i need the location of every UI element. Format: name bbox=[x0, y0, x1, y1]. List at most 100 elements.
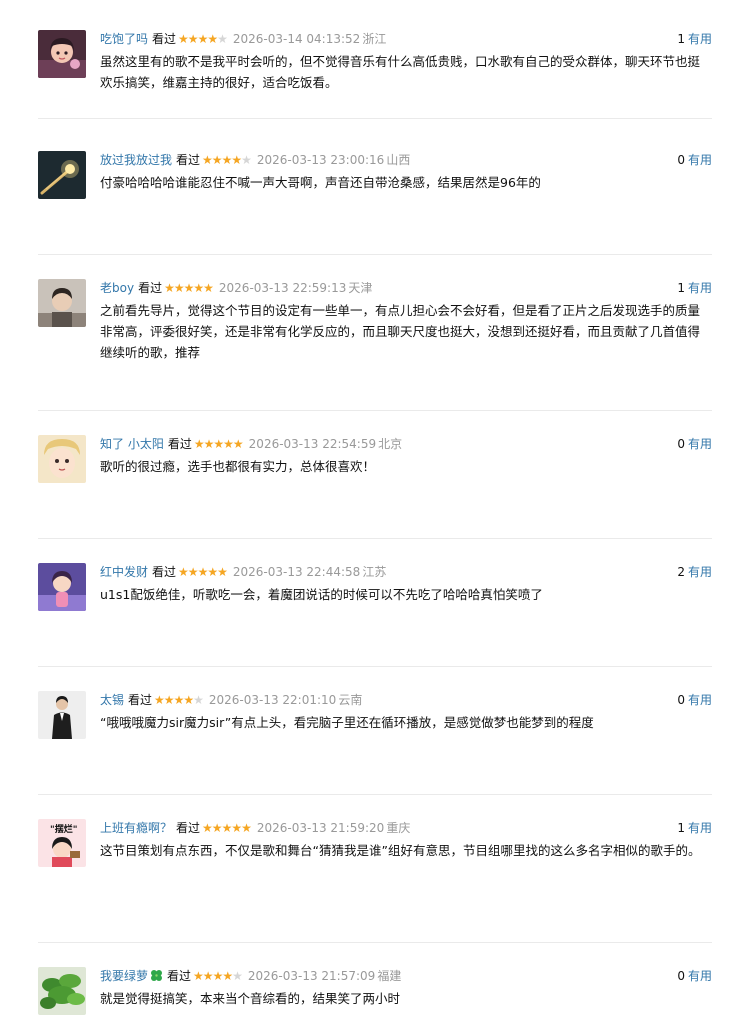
vote-count: 1 bbox=[677, 821, 685, 835]
review-text: 歌听的很过瘾，选手也都很有实力，总体很喜欢！ bbox=[100, 459, 376, 474]
review-item: 吃饱了吗 看过 ★★★★★ 2026-03-14 04:13:52 浙江 1 有用 虽然这… bbox=[38, 30, 712, 119]
star-filled-icon: ★ bbox=[187, 32, 199, 46]
star-filled-icon: ★ bbox=[223, 437, 234, 451]
svg-text:"摆烂": "摆烂" bbox=[50, 823, 77, 835]
useful-button[interactable]: 有用 bbox=[688, 437, 712, 451]
divider bbox=[38, 254, 712, 255]
review-content: 老boy 看过 ★★★★★ 2026-03-13 22:59:13 天津 1 有用 之前看… bbox=[100, 279, 712, 363]
rating-stars: ★★★★★ bbox=[164, 281, 214, 295]
username-link[interactable]: 红中发财 bbox=[100, 565, 148, 579]
review-time: 2026-03-13 21:59:20 bbox=[256, 821, 385, 835]
review-item: 放过我放过我 看过 ★★★★★ 2026-03-13 23:00:16 山西 0 有用 付… bbox=[38, 151, 712, 255]
photo-person-avatar-icon bbox=[38, 279, 86, 327]
user-avatar[interactable] bbox=[38, 691, 86, 739]
rating-stars: ★★★★★ bbox=[178, 565, 228, 579]
star-filled-icon: ★ bbox=[202, 153, 213, 167]
divider bbox=[38, 538, 712, 539]
useful-button[interactable]: 有用 bbox=[688, 565, 712, 579]
review-meta: 老boy 看过 ★★★★★ 2026-03-13 22:59:13 天津 1 有用 bbox=[100, 279, 712, 297]
useful-button[interactable]: 有用 bbox=[688, 153, 712, 167]
vote-count: 1 bbox=[677, 281, 685, 295]
star-filled-icon: ★ bbox=[232, 437, 244, 451]
rating-stars: ★★★★★ bbox=[202, 821, 252, 835]
star-empty-icon: ★ bbox=[193, 693, 204, 707]
review-content: 红中发财 看过 ★★★★★ 2026-03-13 22:44:58 江苏 2 有用 u1s… bbox=[100, 563, 712, 605]
review-time: 2026-03-13 23:00:16 bbox=[256, 153, 385, 167]
star-filled-icon: ★ bbox=[221, 821, 233, 835]
review-text: 之前看先导片，觉得这个节目的设定有一些单一，有点儿担心会不会好看，但是看了正片之… bbox=[100, 303, 701, 360]
plant-avatar-icon bbox=[38, 967, 86, 1015]
review-time: 2026-03-14 04:13:52 bbox=[232, 32, 361, 46]
star-filled-icon: ★ bbox=[202, 821, 213, 835]
star-filled-icon: ★ bbox=[183, 281, 195, 295]
useful-button[interactable]: 有用 bbox=[688, 32, 712, 46]
user-avatar[interactable] bbox=[38, 151, 86, 199]
cartoon-girl-purple-avatar-icon bbox=[38, 563, 86, 611]
username-link[interactable]: 放过我放过我 bbox=[100, 153, 172, 167]
rating-stars: ★★★★★ bbox=[202, 153, 252, 167]
star-filled-icon: ★ bbox=[173, 693, 185, 707]
divider bbox=[38, 942, 712, 943]
useful-button[interactable]: 有用 bbox=[688, 969, 712, 983]
review-content: 放过我放过我 看过 ★★★★★ 2026-03-13 23:00:16 山西 0 有用 付… bbox=[100, 151, 712, 193]
cartoon-girl-avatar-icon bbox=[38, 30, 86, 78]
watched-label: 看过 bbox=[167, 969, 192, 983]
star-filled-icon: ★ bbox=[202, 969, 214, 983]
useful-votes: 0 有用 bbox=[677, 967, 712, 985]
watched-label: 看过 bbox=[167, 437, 192, 451]
username-link[interactable]: 知了 小太阳 bbox=[100, 437, 164, 451]
star-filled-icon: ★ bbox=[164, 281, 175, 295]
useful-button[interactable]: 有用 bbox=[688, 281, 712, 295]
username-link[interactable]: 吃饱了吗 bbox=[100, 32, 148, 46]
star-filled-icon: ★ bbox=[213, 437, 224, 451]
user-avatar[interactable] bbox=[38, 279, 86, 327]
user-avatar[interactable]: "摆烂" bbox=[38, 819, 86, 867]
username-link[interactable]: 老boy bbox=[100, 281, 134, 295]
watched-label: 看过 bbox=[152, 32, 177, 46]
review-item: 老boy 看过 ★★★★★ 2026-03-13 22:59:13 天津 1 有用 之前看… bbox=[38, 279, 712, 411]
review-location: 重庆 bbox=[386, 821, 411, 835]
user-avatar[interactable] bbox=[38, 435, 86, 483]
review-location: 山西 bbox=[386, 153, 411, 167]
review-text: 付豪哈哈哈哈谁能忍住不喊一声大哥啊，声音还自带沧桑感，结果居然是96年的 bbox=[100, 175, 541, 190]
star-filled-icon: ★ bbox=[211, 821, 223, 835]
review-time: 2026-03-13 22:44:58 bbox=[232, 565, 361, 579]
review-item: 知了 小太阳 看过 ★★★★★ 2026-03-13 22:54:59 北京 0 有用 歌… bbox=[38, 435, 712, 539]
man-in-suit-avatar-icon bbox=[38, 691, 86, 739]
useful-votes: 1 有用 bbox=[677, 30, 712, 48]
useful-votes: 1 有用 bbox=[677, 279, 712, 297]
review-content: 上班有瘾啊？ 看过 ★★★★★ 2026-03-13 21:59:20 重庆 1 有用 这… bbox=[100, 819, 712, 861]
vote-count: 0 bbox=[677, 693, 685, 707]
divider bbox=[38, 410, 712, 411]
rating-stars: ★★★★★ bbox=[193, 969, 243, 983]
review-text: 就是觉得挺搞笑，本来当个音综看的，结果笑了两小时 bbox=[100, 991, 401, 1006]
username-link[interactable]: 太锡 bbox=[100, 693, 124, 707]
star-filled-icon: ★ bbox=[231, 153, 242, 167]
useful-votes: 0 有用 bbox=[677, 691, 712, 709]
user-avatar[interactable] bbox=[38, 563, 86, 611]
star-filled-icon: ★ bbox=[193, 281, 204, 295]
watched-label: 看过 bbox=[138, 281, 163, 295]
star-filled-icon: ★ bbox=[217, 565, 228, 579]
review-meta: 红中发财 看过 ★★★★★ 2026-03-13 22:44:58 江苏 2 有用 bbox=[100, 563, 712, 581]
user-avatar[interactable] bbox=[38, 30, 86, 78]
review-content: 吃饱了吗 看过 ★★★★★ 2026-03-14 04:13:52 浙江 1 有用 虽然这… bbox=[100, 30, 712, 93]
user-avatar[interactable] bbox=[38, 967, 86, 1015]
useful-votes: 0 有用 bbox=[677, 151, 712, 169]
review-text: 这节目策划有点东西，不仅是歌和舞台“猜猜我是谁”组好有意思，节目组哪里找的这么多… bbox=[100, 843, 701, 858]
star-filled-icon: ★ bbox=[163, 693, 175, 707]
username-link[interactable]: 我要绿萝 bbox=[100, 969, 148, 983]
star-filled-icon: ★ bbox=[187, 565, 199, 579]
star-filled-icon: ★ bbox=[178, 565, 189, 579]
rating-stars: ★★★★★ bbox=[194, 437, 244, 451]
anime-face-avatar-icon bbox=[38, 435, 86, 483]
username-link[interactable]: 上班有瘾啊？ bbox=[100, 821, 172, 835]
useful-button[interactable]: 有用 bbox=[688, 821, 712, 835]
review-meta: 知了 小太阳 看过 ★★★★★ 2026-03-13 22:54:59 北京 0 有用 bbox=[100, 435, 712, 453]
star-filled-icon: ★ bbox=[197, 565, 209, 579]
useful-button[interactable]: 有用 bbox=[688, 693, 712, 707]
star-filled-icon: ★ bbox=[211, 153, 223, 167]
useful-votes: 2 有用 bbox=[677, 563, 712, 581]
review-content: 我要绿萝 看过 ★★★★★ 2026-03-13 21:57:09 福建 0 有用 就是觉… bbox=[100, 967, 712, 1009]
review-item: 我要绿萝 看过 ★★★★★ 2026-03-13 21:57:09 福建 0 有用 就是觉… bbox=[38, 967, 712, 1027]
